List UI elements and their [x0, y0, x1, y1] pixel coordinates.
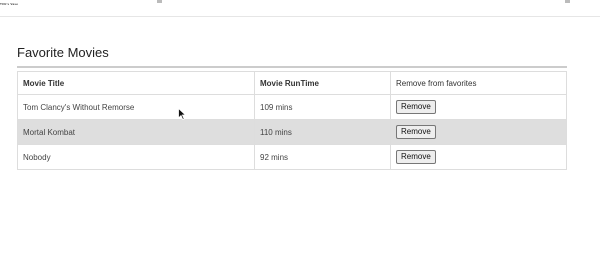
remove-cell: Remove	[390, 94, 567, 120]
remove-button[interactable]: Remove	[396, 100, 436, 114]
movie-title-cell: Mortal Kombat	[17, 119, 255, 145]
column-header-title: Movie Title	[17, 71, 255, 95]
favorites-table: Movie Title Movie RunTime Remove from fa…	[17, 71, 567, 170]
column-header-runtime: Movie RunTime	[254, 71, 391, 95]
title-divider	[17, 66, 567, 68]
remove-cell: Remove	[390, 119, 567, 145]
column-header-remove: Remove from favorites	[390, 71, 567, 95]
table-row: Nobody 92 mins Remove	[17, 144, 567, 170]
movie-title-cell: Tom Clancy's Without Remorse	[17, 94, 255, 120]
mouse-pointer-icon	[178, 108, 186, 120]
movie-runtime-cell: 92 mins	[254, 144, 391, 170]
movie-title-cell: Nobody	[17, 144, 255, 170]
movie-runtime-cell: 110 mins	[254, 119, 391, 145]
page-title: Favorite Movies	[17, 45, 109, 60]
nav-link[interactable]	[157, 0, 162, 3]
table-row: Mortal Kombat 110 mins Remove	[17, 119, 567, 145]
nav-link-right[interactable]	[565, 0, 570, 3]
remove-button[interactable]: Remove	[396, 125, 436, 139]
remove-cell: Remove	[390, 144, 567, 170]
remove-button[interactable]: Remove	[396, 150, 436, 164]
table-header-row: Movie Title Movie RunTime Remove from fa…	[17, 71, 567, 95]
movie-runtime-cell: 109 mins	[254, 94, 391, 120]
top-navbar: TCE's Vase	[0, 0, 600, 17]
table-row: Tom Clancy's Without Remorse 109 mins Re…	[17, 94, 567, 120]
brand-logo-text[interactable]: TCE's Vase	[0, 2, 18, 6]
